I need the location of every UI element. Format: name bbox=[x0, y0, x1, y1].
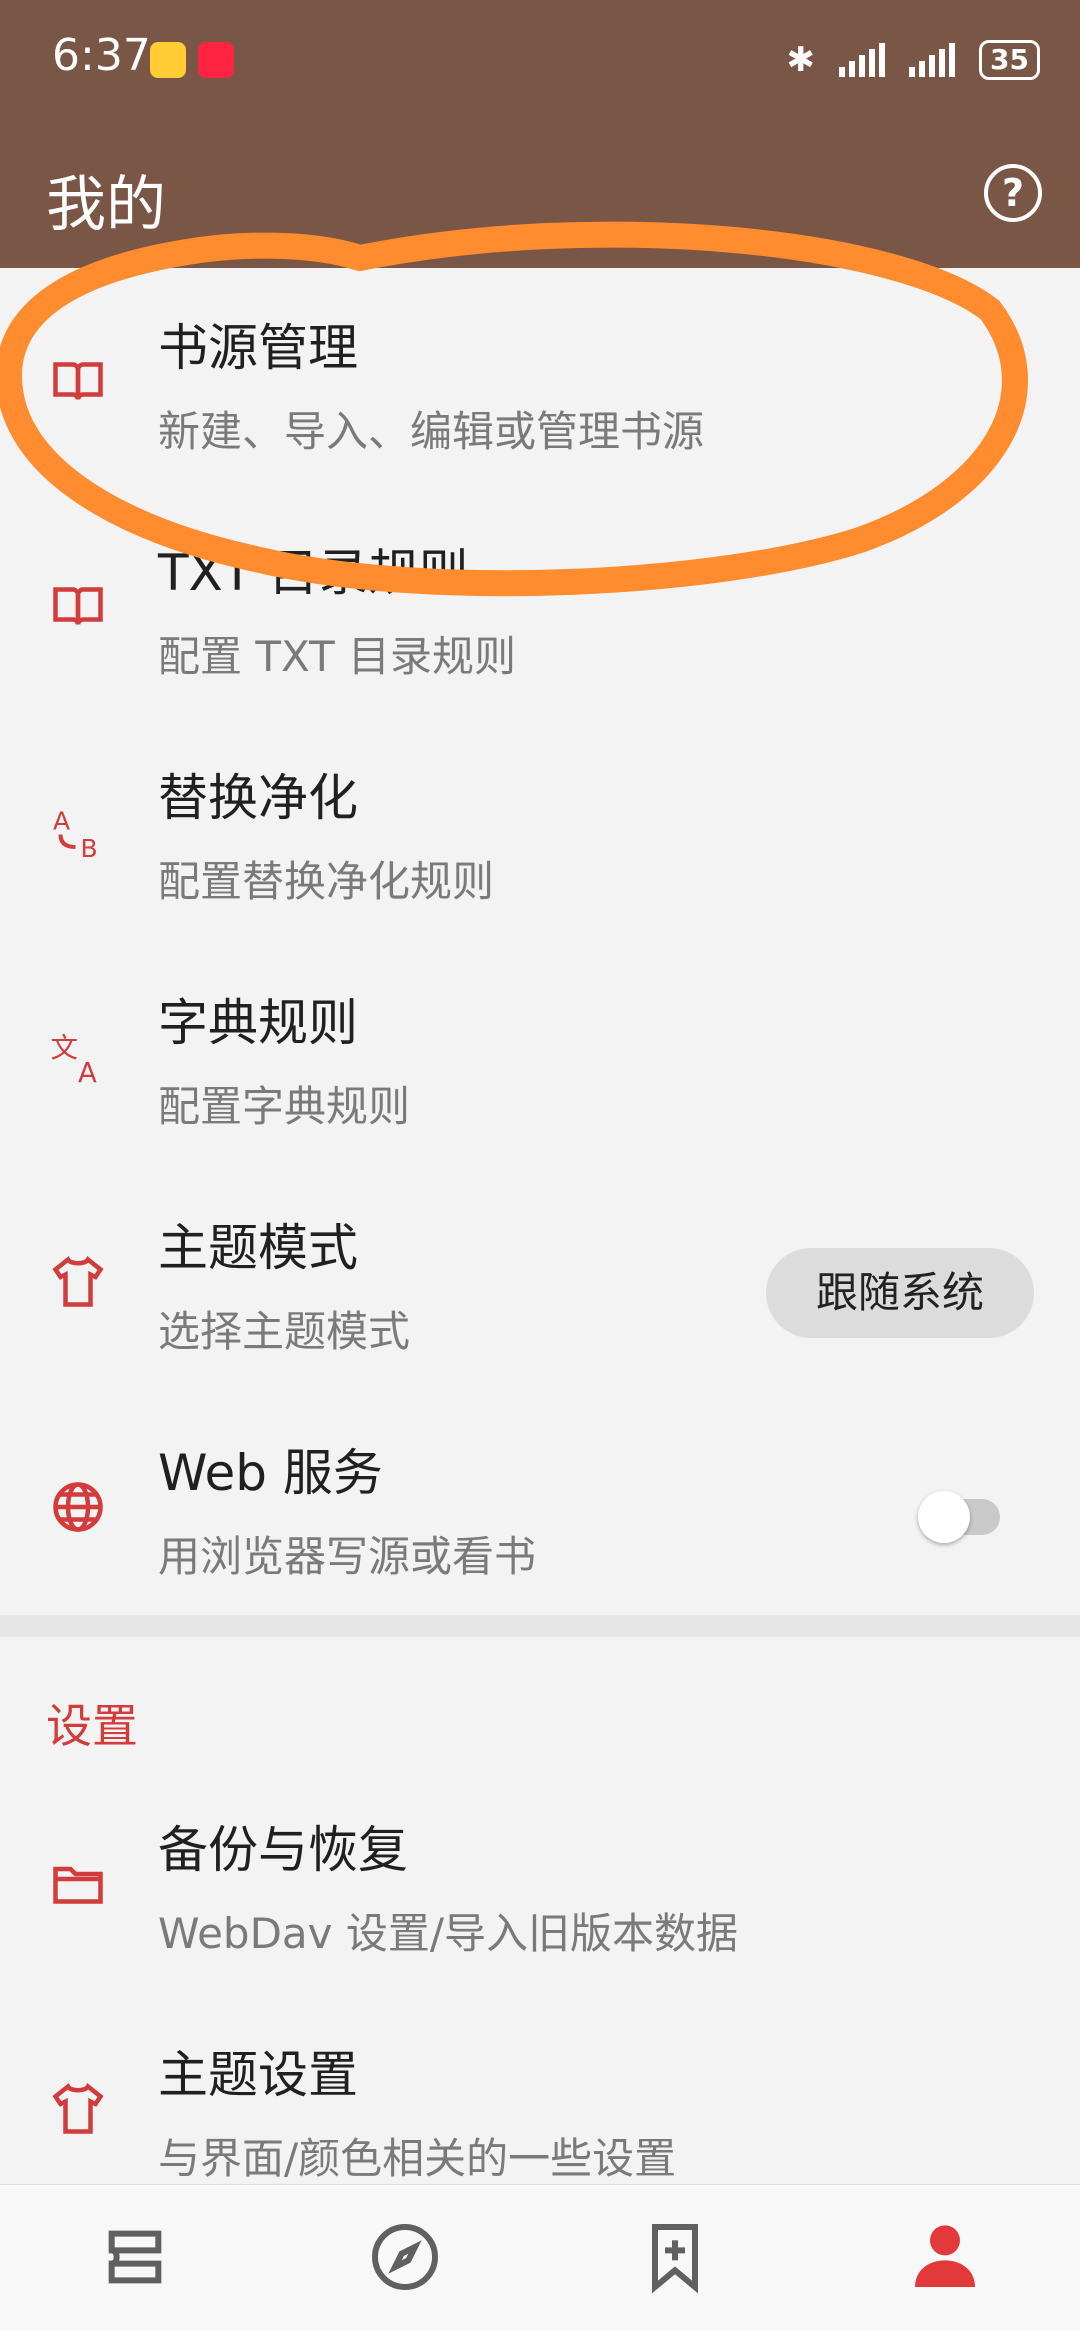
item-title: 主题模式 bbox=[158, 1219, 358, 1277]
list-item-web-service[interactable]: Web 服务 用浏览器写源或看书 bbox=[0, 1393, 1080, 1618]
app-bar: 我的 ? bbox=[0, 128, 1080, 268]
book-icon bbox=[53, 362, 103, 400]
battery-indicator: 35 bbox=[979, 40, 1040, 80]
item-title: 主题设置 bbox=[158, 2046, 358, 2104]
profile-icon[interactable] bbox=[905, 2217, 985, 2297]
svg-text:B: B bbox=[81, 834, 98, 862]
list-item-backup[interactable]: 备份与恢复 WebDav 设置/导入旧版本数据 bbox=[0, 1770, 1080, 1995]
svg-text:A: A bbox=[78, 1057, 97, 1087]
replace-icon: A B bbox=[53, 807, 98, 863]
signal-icon bbox=[839, 43, 886, 77]
item-title: TXT 目录规则 bbox=[158, 544, 469, 602]
bookshelf-icon[interactable] bbox=[95, 2217, 175, 2297]
theme-mode-selector[interactable]: 跟随系统 bbox=[766, 1248, 1034, 1338]
xiaohongshu-app-icon bbox=[198, 42, 234, 78]
item-subtitle: WebDav 设置/导入旧版本数据 bbox=[158, 1909, 739, 1958]
item-subtitle: 用浏览器写源或看书 bbox=[158, 1532, 537, 1581]
bookmark-add-icon[interactable] bbox=[635, 2217, 715, 2297]
list-item-replace[interactable]: A B 替换净化 配置替换净化规则 bbox=[0, 718, 1080, 943]
status-icons: ✱ 35 bbox=[787, 40, 1040, 80]
compass-icon[interactable] bbox=[365, 2217, 445, 2297]
item-subtitle: 新建、导入、编辑或管理书源 bbox=[158, 407, 705, 456]
main-list: 书源管理 新建、导入、编辑或管理书源 TXT 目录规则 配置 TXT 目录规则 … bbox=[0, 268, 1080, 1618]
list-item-theme-mode[interactable]: 主题模式 选择主题模式 跟随系统 bbox=[0, 1168, 1080, 1393]
settings-list: 备份与恢复 WebDav 设置/导入旧版本数据 主题设置 与界面/颜色相关的一些… bbox=[0, 1770, 1080, 2220]
shirt-icon bbox=[52, 1256, 104, 1307]
book-icon bbox=[53, 587, 103, 625]
item-title: 书源管理 bbox=[158, 319, 358, 377]
shirt-icon bbox=[52, 2083, 104, 2134]
web-service-toggle-thumb[interactable] bbox=[918, 1491, 970, 1543]
page-title: 我的 bbox=[46, 170, 166, 240]
item-title: 字典规则 bbox=[158, 994, 358, 1052]
item-subtitle: 配置替换净化规则 bbox=[158, 857, 495, 906]
weibo-app-icon bbox=[150, 42, 186, 78]
translate-icon: 文 A bbox=[51, 1032, 98, 1087]
item-subtitle: 选择主题模式 bbox=[158, 1307, 411, 1356]
item-title: 备份与恢复 bbox=[158, 1821, 408, 1879]
svg-text:文: 文 bbox=[51, 1032, 79, 1064]
bluetooth-icon: ✱ bbox=[786, 40, 816, 80]
list-item-book-source[interactable]: 书源管理 新建、导入、编辑或管理书源 bbox=[0, 268, 1080, 493]
folder-icon bbox=[53, 1866, 103, 1904]
svg-text:A: A bbox=[53, 807, 70, 836]
globe-icon bbox=[53, 1482, 103, 1532]
section-divider bbox=[0, 1615, 1080, 1637]
status-bar: 6:37 ✱ 35 bbox=[0, 0, 1080, 128]
item-subtitle: 与界面/颜色相关的一些设置 bbox=[158, 2134, 677, 2183]
help-icon[interactable]: ? bbox=[984, 164, 1042, 222]
item-subtitle: 配置 TXT 目录规则 bbox=[158, 632, 517, 681]
item-title: Web 服务 bbox=[158, 1444, 383, 1502]
list-item-dictionary[interactable]: 文 A 字典规则 配置字典规则 bbox=[0, 943, 1080, 1168]
bottom-navigation bbox=[0, 2184, 1080, 2331]
status-time: 6:37 bbox=[52, 30, 151, 81]
list-item-txt-rules[interactable]: TXT 目录规则 配置 TXT 目录规则 bbox=[0, 493, 1080, 718]
item-subtitle: 配置字典规则 bbox=[158, 1082, 411, 1131]
item-title: 替换净化 bbox=[158, 769, 358, 827]
settings-section-title: 设置 bbox=[46, 1699, 138, 1753]
signal-icon-2 bbox=[909, 43, 956, 77]
